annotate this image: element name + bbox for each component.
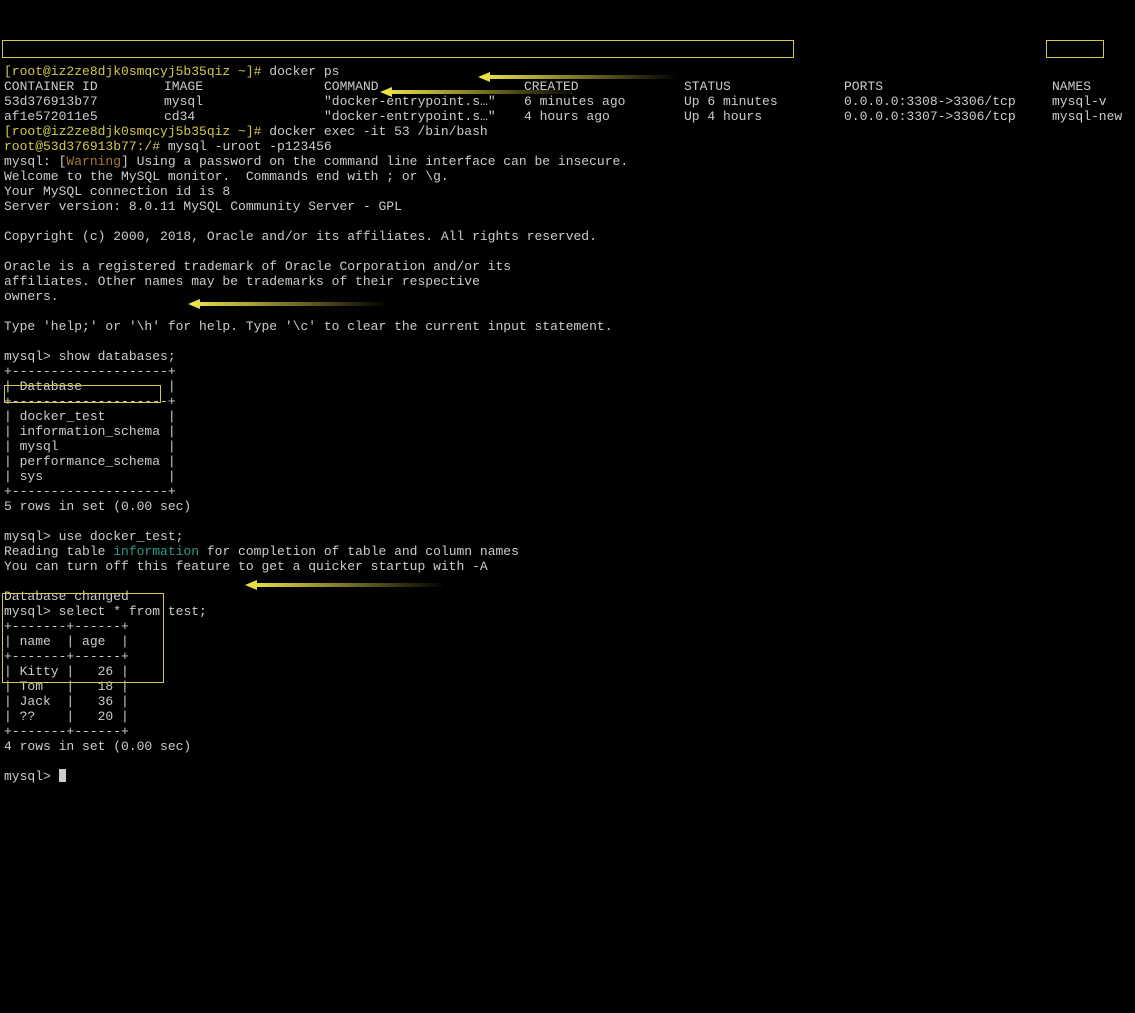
command-mysql-login: mysql -uroot -p123456 [168,139,332,154]
test-rows-count: 4 rows in set (0.00 sec) [4,739,191,754]
test-table-row: | Tom | 18 | [4,679,129,694]
highlight-box [2,40,794,58]
mysql-help: Type 'help;' or '\h' for help. Type '\c'… [4,319,613,334]
db-table-border: +--------------------+ [4,394,176,409]
ps-row: af1e572011e5cd34"docker-entrypoint.s…"4 … [4,109,1122,124]
command-select: select * from test; [59,604,207,619]
mysql-prompt: mysql> [4,604,51,619]
test-table-border: +-------+------+ [4,724,129,739]
test-table-row: | ?? | 20 | [4,709,129,724]
shell-prompt: [root@iz2ze8djk0smqcyj5b35qiz ~]# [4,124,261,139]
db-table-row: | information_schema | [4,424,176,439]
mysql-prompt: mysql> [4,529,51,544]
db-table-header: | Database | [4,379,176,394]
reading-table-hint: You can turn off this feature to get a q… [4,559,488,574]
reading-table-info: Reading table information for completion… [4,544,519,559]
db-table-row: | sys | [4,469,176,484]
command-use-db: use docker_test; [59,529,184,544]
mysql-prompt[interactable]: mysql> [4,769,51,784]
mysql-server-version: Server version: 8.0.11 MySQL Community S… [4,199,402,214]
ps-header: CONTAINER IDIMAGECOMMANDCREATEDSTATUSPOR… [4,79,1091,94]
database-changed: Database changed [4,589,129,604]
command-show-databases: show databases; [59,349,176,364]
db-table-row: | performance_schema | [4,454,176,469]
mysql-conn-id: Your MySQL connection id is 8 [4,184,230,199]
mysql-welcome: Welcome to the MySQL monitor. Commands e… [4,169,449,184]
mysql-trademark: affiliates. Other names may be trademark… [4,274,480,289]
container-prompt: root@53d376913b77:/# [4,139,160,154]
db-table-border: +--------------------+ [4,364,176,379]
cursor-icon [59,769,66,782]
command-docker-exec: docker exec -it 53 /bin/bash [269,124,487,139]
mysql-prompt: mysql> [4,349,51,364]
test-table-header: | name | age | [4,634,129,649]
highlight-box [1046,40,1104,58]
db-table-border: +--------------------+ [4,484,176,499]
command-docker-ps: docker ps [269,64,339,79]
test-table-row: | Jack | 36 | [4,694,129,709]
mysql-warning-line: mysql: [Warning] Using a password on the… [4,154,628,169]
test-table-row: | Kitty | 26 | [4,664,129,679]
mysql-trademark: Oracle is a registered trademark of Orac… [4,259,511,274]
test-table-border: +-------+------+ [4,619,129,634]
test-table-border: +-------+------+ [4,649,129,664]
mysql-copyright: Copyright (c) 2000, 2018, Oracle and/or … [4,229,597,244]
db-table-row: | docker_test | [4,409,176,424]
mysql-trademark: owners. [4,289,59,304]
shell-prompt: [root@iz2ze8djk0smqcyj5b35qiz ~]# [4,64,261,79]
ps-row: 53d376913b77mysql"docker-entrypoint.s…"6… [4,94,1107,109]
db-rows-count: 5 rows in set (0.00 sec) [4,499,191,514]
db-table-row: | mysql | [4,439,176,454]
terminal-output: [root@iz2ze8djk0smqcyj5b35qiz ~]# docker… [4,64,1131,784]
